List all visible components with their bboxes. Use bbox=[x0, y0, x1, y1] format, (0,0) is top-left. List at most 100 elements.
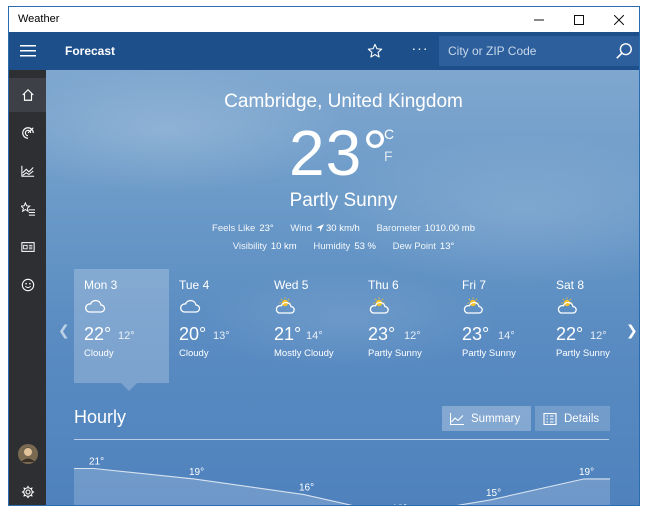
search-input[interactable] bbox=[439, 36, 609, 66]
location-name: Cambridge, United Kingdom bbox=[224, 91, 463, 112]
star-list-icon bbox=[20, 202, 35, 216]
nav-places[interactable] bbox=[9, 192, 46, 226]
dew-point-label: Dew Point bbox=[392, 241, 436, 252]
divider bbox=[74, 439, 609, 440]
sun-cloud-icon bbox=[557, 297, 577, 314]
star-icon bbox=[367, 43, 383, 58]
forecast-panel: Cambridge, United Kingdom 23° C F Partly… bbox=[46, 70, 639, 506]
chart-icon bbox=[450, 412, 464, 425]
nav-home[interactable] bbox=[9, 78, 46, 112]
sun-cloud-icon bbox=[463, 297, 483, 314]
hamburger-menu-button[interactable] bbox=[9, 32, 46, 70]
barometer-label: Barometer bbox=[376, 223, 421, 234]
more-options-button[interactable]: ··· bbox=[409, 40, 431, 62]
day-name: Fri 7 bbox=[462, 278, 486, 292]
hourly-title: Hourly bbox=[74, 407, 127, 427]
feels-like-label: Feels Like bbox=[212, 223, 256, 234]
forecast-day[interactable]: Sat 8 22° 12° Partly Sunny bbox=[546, 269, 639, 383]
day-high: 21° bbox=[274, 324, 302, 344]
forecast-day[interactable]: Tue 4 20° 13° Cloudy bbox=[169, 269, 264, 383]
app-title: Weather bbox=[18, 13, 60, 25]
dew-point-value: 13° bbox=[439, 241, 455, 252]
day-name: Wed 5 bbox=[274, 278, 309, 292]
day-high: 22° bbox=[84, 324, 112, 344]
day-low: 12° bbox=[590, 330, 607, 342]
daily-forecast: Mon 3 22° 12° Cloudy Tue 4 20° 13° Cloud… bbox=[74, 269, 622, 383]
chart-icon bbox=[20, 165, 34, 177]
wind-label: Wind bbox=[290, 223, 312, 234]
day-low: 14° bbox=[498, 330, 515, 342]
home-icon bbox=[21, 88, 34, 101]
day-name: Sat 8 bbox=[556, 278, 585, 292]
nav-maps[interactable] bbox=[9, 116, 46, 150]
scroll-left-chevron-icon[interactable]: ❮ bbox=[58, 322, 70, 339]
humidity-label: Humidity bbox=[313, 241, 351, 252]
visibility-value: 10 km bbox=[270, 241, 297, 252]
day-name: Tue 4 bbox=[179, 278, 210, 292]
sun-cloud-icon bbox=[369, 297, 389, 314]
sun-cloud-icon bbox=[275, 297, 295, 314]
hamburger-icon bbox=[19, 45, 36, 57]
humidity-value: 53 % bbox=[354, 241, 376, 252]
page-title: Forecast bbox=[65, 44, 116, 58]
forecast-day[interactable]: Fri 7 23° 14° Partly Sunny bbox=[452, 269, 547, 383]
side-navigation bbox=[9, 70, 46, 505]
day-condition: Partly Sunny bbox=[556, 348, 610, 359]
hourly-temp-label: 21° bbox=[89, 456, 104, 467]
avatar bbox=[17, 444, 38, 464]
day-high: 20° bbox=[179, 324, 207, 344]
close-button[interactable] bbox=[599, 7, 639, 32]
account-button[interactable] bbox=[9, 437, 46, 471]
news-icon bbox=[20, 242, 35, 252]
hourly-temp-label: 15° bbox=[486, 488, 501, 499]
settings-button[interactable] bbox=[9, 475, 46, 505]
radar-icon bbox=[21, 127, 34, 139]
weather-window: Weather Forecast ··· City or ZIP Code Ca… bbox=[8, 6, 640, 506]
visibility-label: Visibility bbox=[232, 241, 267, 252]
day-low: 14° bbox=[306, 330, 323, 342]
details-tab-label: Details bbox=[564, 412, 600, 425]
search-icon[interactable] bbox=[615, 42, 633, 60]
day-high: 23° bbox=[462, 324, 490, 344]
minimize-icon bbox=[534, 19, 544, 20]
day-name: Thu 6 bbox=[368, 278, 399, 292]
add-favorite-button[interactable] bbox=[364, 40, 386, 62]
forecast-day[interactable]: Thu 6 23° 12° Partly Sunny bbox=[358, 269, 453, 383]
day-condition: Mostly Cloudy bbox=[274, 348, 334, 359]
selected-day-pointer bbox=[121, 383, 137, 391]
minimize-button[interactable] bbox=[519, 7, 559, 32]
nav-feedback[interactable] bbox=[9, 268, 46, 302]
nav-historical[interactable] bbox=[9, 154, 46, 188]
barometer-value: 1010.00 mb bbox=[424, 223, 475, 234]
day-condition: Partly Sunny bbox=[462, 348, 516, 359]
forecast-day[interactable]: Wed 5 21° 14° Mostly Cloudy bbox=[264, 269, 359, 383]
celsius-toggle[interactable]: C bbox=[384, 126, 394, 142]
hourly-temp-label: 12° bbox=[392, 504, 407, 506]
details-row: Feels Like 23° Wind 30 km/h Barometer 1010.… bbox=[46, 223, 639, 234]
summary-tab[interactable]: Summary bbox=[442, 406, 531, 431]
fahrenheit-toggle[interactable]: F bbox=[384, 148, 393, 164]
summary-tab-label: Summary bbox=[471, 412, 521, 425]
hourly-temp-label: 19° bbox=[189, 467, 204, 478]
forecast-day[interactable]: Mon 3 22° 12° Cloudy bbox=[74, 269, 169, 383]
day-high: 22° bbox=[556, 324, 584, 344]
hourly-temperature-chart: 21° 19° 16° 12° 15° 19° bbox=[74, 456, 610, 506]
day-low: 12° bbox=[118, 330, 135, 342]
details-tab[interactable]: Details bbox=[535, 406, 610, 431]
day-low: 13° bbox=[213, 330, 230, 342]
temperature-area bbox=[74, 468, 610, 505]
gear-icon bbox=[21, 485, 34, 499]
search-box bbox=[439, 36, 639, 66]
day-low: 12° bbox=[404, 330, 421, 342]
title-bar: Weather bbox=[9, 7, 639, 32]
hourly-temp-label: 19° bbox=[579, 467, 594, 478]
day-high: 23° bbox=[368, 324, 396, 344]
hourly-temp-label: 16° bbox=[299, 483, 314, 494]
close-icon bbox=[614, 14, 624, 25]
feels-like-value: 23° bbox=[259, 223, 274, 234]
maximize-button[interactable] bbox=[559, 7, 599, 32]
nav-news[interactable] bbox=[9, 230, 46, 264]
wind-direction-icon bbox=[316, 224, 324, 233]
day-condition: Partly Sunny bbox=[368, 348, 422, 359]
smiley-icon bbox=[21, 278, 34, 292]
